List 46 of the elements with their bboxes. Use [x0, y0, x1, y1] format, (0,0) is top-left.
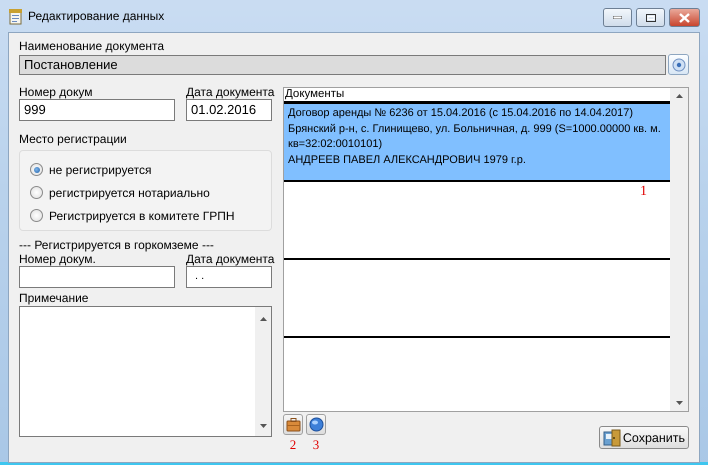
field-label: Номер докум: [19, 86, 94, 99]
scroll-up-icon[interactable]: [260, 317, 266, 321]
maximize-button[interactable]: [636, 8, 665, 27]
field-label: Номер докум.: [19, 253, 97, 266]
briefcase-icon: [286, 417, 300, 432]
radio-button[interactable]: [30, 186, 43, 199]
radio-button[interactable]: [30, 163, 43, 176]
save-button[interactable]: Сохранить: [598, 426, 689, 449]
app-icon: [8, 8, 23, 24]
globe-icon: [308, 417, 324, 432]
lookup-button[interactable]: [668, 54, 689, 75]
annotation-number: 2: [290, 438, 296, 452]
scroll-up-icon[interactable]: [676, 94, 682, 98]
scroll-down-icon[interactable]: [260, 424, 266, 428]
close-button[interactable]: [669, 8, 700, 27]
radio-label[interactable]: не регистрируется: [49, 162, 152, 176]
annotation-number: 1: [640, 184, 647, 200]
document-date-field[interactable]: 01.02.2016: [186, 99, 272, 121]
field-label: Примечание: [19, 292, 90, 305]
radio-label[interactable]: регистрируется нотариально: [49, 186, 210, 200]
field-label: Дата документа: [186, 253, 272, 266]
disc-icon: [672, 58, 686, 72]
close-icon: [679, 12, 690, 22]
list-row[interactable]: Договор аренды № 6236 от 15.04.2016 (с 15.04.2016 по 14.04.2017) Брянский р-н, с. Глинищево, ул. Больничная, д. 999 (S=1000.00000 кв. м. кв=32:02:0010101) АНДРЕЕВ ПАВЕЛ АЛЕКСАНДРОВИЧ 1979 г.р.: [284, 102, 670, 180]
note-field[interactable]: [19, 306, 272, 437]
window-title: Редактирование данных: [28, 9, 166, 23]
radio-button[interactable]: [30, 209, 43, 222]
document-number-field[interactable]: [19, 266, 175, 288]
section-heading: --- Регистрируется в горкомземе ---: [19, 239, 215, 252]
group-label: Место регистрации: [19, 133, 128, 146]
document-number-field[interactable]: 999: [19, 99, 175, 121]
document-entry: Договор аренды № 6236 от 15.04.2016 (с 15.04.2016 по 14.04.2017) Брянский р-н, с. Глинищево, ул. Больничная, д. 999 (S=1000.00000 кв. м. кв=32:02:0010101) АНДРЕЕВ ПАВЕЛ АЛЕКСАНДРОВИЧ 1979 г.р.: [288, 106, 662, 168]
maximize-icon: [646, 14, 656, 22]
minimize-icon: [613, 16, 622, 19]
door-icon: [602, 428, 621, 446]
radio-label[interactable]: Регистрируется в комитете ГРПН: [49, 208, 234, 222]
scroll-down-icon[interactable]: [676, 401, 682, 405]
toolbar-button[interactable]: [283, 414, 303, 435]
field-label: Дата документа: [186, 86, 272, 99]
documents-list[interactable]: [283, 87, 689, 412]
document-name-field[interactable]: Постановление: [19, 54, 666, 74]
minimize-button[interactable]: [603, 8, 632, 27]
field-label: Наименование документа: [19, 40, 166, 53]
toolbar-button[interactable]: [306, 414, 326, 435]
annotation-number: 3: [312, 438, 320, 452]
document-date-field[interactable]: . .: [186, 266, 272, 288]
